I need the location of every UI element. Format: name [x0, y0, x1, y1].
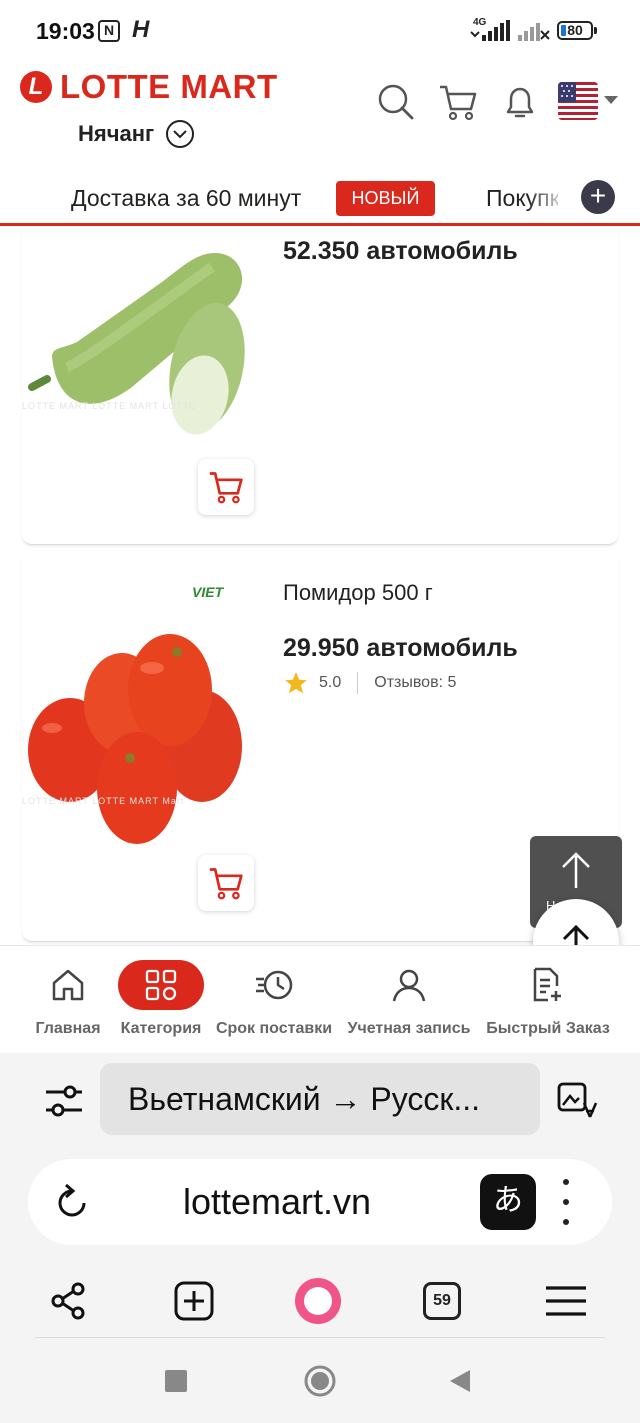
recents-icon[interactable]	[165, 1370, 187, 1392]
tabs-count-button[interactable]: 59	[416, 1275, 468, 1327]
tab-fade	[528, 176, 568, 222]
star-icon	[285, 672, 307, 694]
nav-category[interactable]: Категория	[116, 946, 206, 1054]
rating-divider	[357, 672, 359, 694]
browser-toolbar: 59	[0, 1265, 640, 1339]
nav-label: Учетная запись	[347, 1020, 471, 1037]
status-bar: 19:03 N H 4G 80	[0, 0, 640, 62]
product-card[interactable]: LOTTE MART LOTTE MART LOTTE 52.350 автом…	[22, 229, 618, 545]
city-label: Нячанг	[78, 121, 155, 146]
lotte-mart-logo[interactable]: L LOTTE MART	[20, 68, 278, 106]
toolbar-divider	[34, 1337, 606, 1338]
grid-icon	[145, 969, 177, 1001]
cart-icon[interactable]	[436, 80, 480, 124]
app-bottom-nav: Главная Категория Срок поставки Учетная …	[0, 945, 640, 1053]
share-icon[interactable]	[42, 1275, 94, 1327]
product-price: 29.950 автомобиль	[283, 634, 518, 662]
image-watermark: LOTTE MART LOTTE MART Mart	[22, 796, 185, 806]
signal-icon	[470, 20, 510, 41]
battery-level: 80	[567, 22, 583, 38]
battery-fill	[561, 25, 566, 36]
add-to-cart-button[interactable]	[198, 459, 254, 515]
product-rating: 5.0 Отзывов: 5	[283, 670, 456, 696]
nav-account[interactable]: Учетная запись	[342, 946, 476, 1054]
tomatoes-image	[28, 634, 242, 844]
home-circle-icon[interactable]	[303, 1364, 337, 1398]
nav-home[interactable]: Главная	[30, 946, 106, 1054]
arrow-up-icon	[562, 852, 590, 888]
new-tab-icon[interactable]	[168, 1275, 220, 1327]
logo-mark: L	[20, 71, 52, 103]
chevron-down-icon	[166, 120, 195, 148]
header-actions	[374, 80, 560, 124]
new-badge: НОВЫЙ	[336, 181, 435, 216]
nav-label: Срок поставки	[215, 1020, 333, 1037]
status-time: 19:03	[36, 18, 95, 44]
nav-label: Категория	[120, 1020, 202, 1037]
system-nav-bar	[0, 1348, 640, 1418]
us-flag-icon[interactable]	[558, 82, 598, 120]
reviews-count[interactable]: Отзывов: 5	[374, 674, 456, 692]
browser-chrome: Вьетнамский → Русск... lottemart.vn あ 59	[0, 1053, 640, 1423]
language-caret-icon[interactable]	[604, 96, 618, 104]
alice-assistant-icon[interactable]	[292, 1275, 344, 1327]
more-options-icon[interactable]	[558, 1179, 574, 1225]
zucchini-image	[28, 252, 245, 435]
menu-icon[interactable]	[540, 1275, 592, 1327]
home-icon	[52, 969, 84, 1001]
quick-order-icon	[533, 967, 561, 1002]
tabs-count: 59	[423, 1282, 461, 1320]
nfc-icon: N	[98, 20, 120, 42]
image-translate-icon[interactable]	[556, 1081, 598, 1121]
delivery-60min-tab[interactable]: Доставка за 60 минут	[71, 185, 301, 212]
delivery-bar: Доставка за 60 минут НОВЫЙ Покупки +	[0, 176, 640, 226]
product-name[interactable]: Помидор 500 г	[283, 580, 433, 606]
address-bar[interactable]: lottemart.vn あ	[28, 1159, 612, 1245]
translate-page-button[interactable]: あ	[480, 1174, 536, 1230]
image-watermark: LOTTE MART LOTTE MART LOTTE	[22, 401, 197, 411]
cart-icon	[209, 868, 243, 900]
cart-icon	[209, 472, 243, 504]
nav-delivery-time[interactable]: Срок поставки	[210, 946, 338, 1054]
reload-icon[interactable]	[54, 1183, 90, 1221]
url-text[interactable]: lottemart.vn	[183, 1181, 371, 1223]
rating-value: 5.0	[319, 674, 342, 691]
add-to-cart-button[interactable]	[198, 855, 254, 911]
nav-active-pill	[118, 960, 204, 1010]
translate-language-pill[interactable]: Вьетнамский → Русск...	[100, 1063, 540, 1135]
city-selector[interactable]: Нячанг	[78, 120, 195, 148]
product-price: 52.350 автомобиль	[283, 237, 518, 265]
logo-text: LOTTE MART	[60, 68, 278, 105]
nav-label: Главная	[35, 1020, 101, 1037]
settings-sliders-icon[interactable]	[44, 1083, 84, 1119]
brand-logo: VIET	[192, 584, 224, 600]
nav-label: Быстрый Заказ	[486, 1020, 610, 1037]
user-icon	[392, 969, 426, 1002]
battery-icon: 80	[557, 21, 597, 40]
translate-row: Вьетнамский → Русск...	[0, 1063, 640, 1137]
h-icon: H	[132, 16, 150, 43]
signal-x-icon	[518, 23, 550, 41]
product-card[interactable]: VIET LOTTE MART LOTTE MART Mart Помидор …	[22, 560, 618, 942]
back-icon[interactable]	[448, 1368, 472, 1394]
delivery-clock-icon	[256, 970, 293, 1000]
search-icon[interactable]	[374, 80, 418, 124]
nav-quick-order[interactable]: Быстрый Заказ	[480, 946, 616, 1054]
bell-icon[interactable]	[498, 80, 542, 124]
plus-icon[interactable]: +	[581, 180, 615, 214]
